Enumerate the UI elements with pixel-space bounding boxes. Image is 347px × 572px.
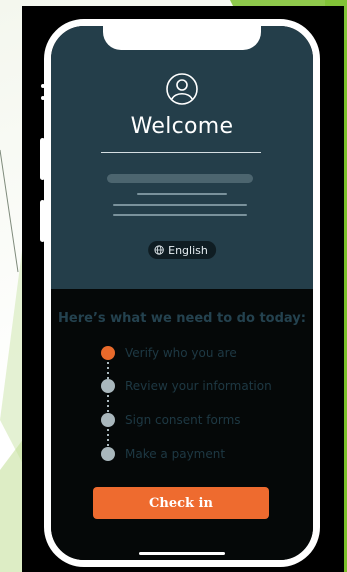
- language-selector[interactable]: English: [148, 241, 216, 259]
- step-status-dot: [101, 413, 115, 427]
- phone-frame: Welcome English Here’s what we need to d…: [44, 19, 320, 567]
- user-circle-icon: [166, 73, 198, 105]
- name-placeholder-bar: [107, 174, 253, 183]
- welcome-header-panel: Welcome English: [51, 26, 313, 289]
- step-review-information[interactable]: Review your information: [101, 378, 272, 394]
- detail-placeholder-line: [137, 193, 227, 195]
- step-label: Make a payment: [125, 447, 226, 461]
- globe-icon: [154, 245, 164, 255]
- page-title: Welcome: [130, 114, 234, 139]
- step-label: Sign consent forms: [125, 413, 241, 427]
- step-label: Verify who you are: [125, 346, 237, 360]
- phone-volume-up-button: [40, 138, 45, 180]
- tasks-heading: Here’s what we need to do today:: [58, 311, 306, 326]
- phone-volume-down-button: [40, 200, 45, 242]
- phone-side-button: [41, 96, 45, 100]
- phone-notch: [103, 26, 261, 50]
- step-status-dot: [101, 447, 115, 461]
- step-status-dot: [101, 346, 115, 360]
- step-status-dot: [101, 379, 115, 393]
- language-label: English: [168, 243, 208, 257]
- step-label: Review your information: [125, 379, 272, 393]
- check-in-button[interactable]: Check in: [93, 487, 269, 519]
- phone-side-button: [41, 84, 45, 88]
- step-make-payment[interactable]: Make a payment: [101, 446, 225, 462]
- step-sign-consent[interactable]: Sign consent forms: [101, 412, 241, 428]
- step-connector: [107, 429, 109, 447]
- home-indicator: [139, 552, 225, 555]
- title-divider: [101, 152, 261, 153]
- detail-placeholder-line: [113, 204, 247, 206]
- detail-placeholder-line: [113, 214, 247, 216]
- step-verify-identity[interactable]: Verify who you are: [101, 345, 237, 361]
- step-connector: [107, 395, 109, 413]
